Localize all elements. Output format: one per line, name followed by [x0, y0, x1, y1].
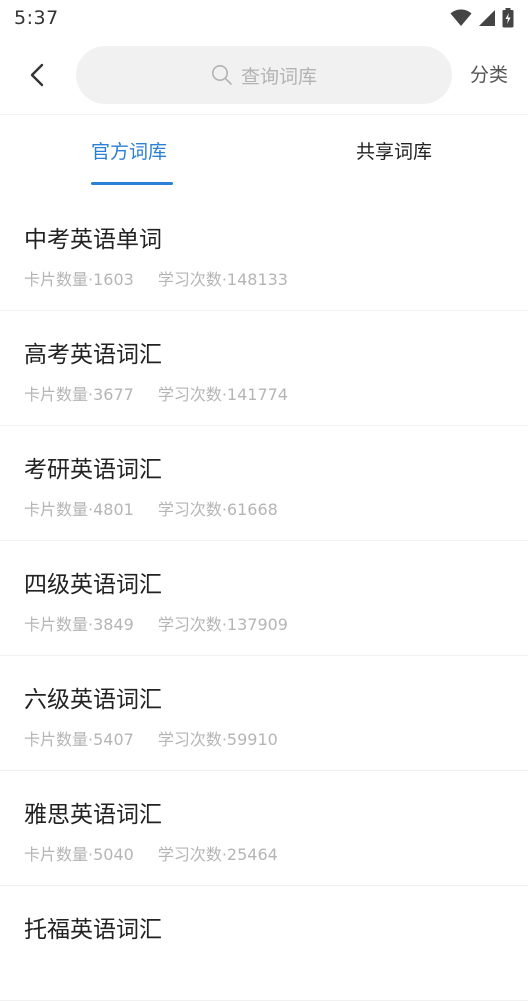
card-count: 卡片数量·1603	[24, 270, 134, 289]
tab-bar: 官方词库 共享词库	[0, 114, 528, 186]
wordbank-item[interactable]: 考研英语词汇 卡片数量·4801 学习次数·61668	[0, 426, 528, 541]
study-count: 学习次数·141774	[157, 385, 288, 404]
wordbank-title: 高考英语词汇	[24, 342, 162, 368]
wordbank-meta: 卡片数量·3677 学习次数·141774	[24, 381, 288, 405]
study-count: 学习次数·25464	[157, 845, 278, 864]
wordbank-item[interactable]: 六级英语词汇 卡片数量·5407 学习次数·59910	[0, 656, 528, 771]
status-time: 5:37	[14, 7, 59, 29]
status-icons	[450, 8, 514, 28]
wordbank-item[interactable]: 雅思英语词汇 卡片数量·5040 学习次数·25464	[0, 771, 528, 886]
search-placeholder: 查询词库	[240, 65, 317, 88]
study-count: 学习次数·59910	[157, 730, 278, 749]
active-tab-indicator	[91, 182, 173, 185]
wordbank-title: 中考英语单词	[24, 227, 162, 253]
card-count: 卡片数量·4801	[24, 500, 134, 519]
card-count: 卡片数量·5407	[24, 730, 134, 749]
wordbank-item[interactable]: 托福英语词汇	[0, 886, 528, 1001]
study-count: 学习次数·148133	[157, 270, 288, 289]
battery-icon	[502, 8, 514, 28]
wordbank-title: 六级英语词汇	[24, 687, 162, 713]
card-count: 卡片数量·3849	[24, 615, 134, 634]
signal-icon	[479, 10, 495, 26]
category-button[interactable]: 分类	[470, 60, 508, 87]
card-count: 卡片数量·3677	[24, 385, 134, 404]
wordbank-meta: 卡片数量·3849 学习次数·137909	[24, 611, 288, 635]
status-bar: 5:37	[0, 0, 528, 36]
tab-shared-wordbank[interactable]: 共享词库	[356, 137, 432, 164]
back-button[interactable]	[20, 58, 54, 92]
tab-official-wordbank[interactable]: 官方词库	[91, 137, 167, 164]
chevron-left-icon	[30, 63, 44, 87]
wordbank-title: 四级英语词汇	[24, 572, 162, 598]
wordbank-meta: 卡片数量·1603 学习次数·148133	[24, 266, 288, 290]
study-count: 学习次数·137909	[157, 615, 288, 634]
study-count: 学习次数·61668	[157, 500, 278, 519]
wordbank-title: 雅思英语词汇	[24, 802, 162, 828]
card-count: 卡片数量·5040	[24, 845, 134, 864]
wordbank-list: 中考英语单词 卡片数量·1603 学习次数·148133 高考英语词汇 卡片数量…	[0, 196, 528, 1001]
search-icon	[211, 65, 232, 85]
wordbank-item[interactable]: 四级英语词汇 卡片数量·3849 学习次数·137909	[0, 541, 528, 656]
wordbank-item[interactable]: 高考英语词汇 卡片数量·3677 学习次数·141774	[0, 311, 528, 426]
wordbank-meta: 卡片数量·5040 学习次数·25464	[24, 841, 278, 865]
wordbank-item[interactable]: 中考英语单词 卡片数量·1603 学习次数·148133	[0, 196, 528, 311]
search-input[interactable]: 查询词库	[76, 46, 452, 104]
wordbank-meta: 卡片数量·4801 学习次数·61668	[24, 496, 278, 520]
wordbank-title: 考研英语词汇	[24, 457, 162, 483]
wifi-icon	[450, 9, 472, 26]
top-bar: 查询词库 分类	[0, 36, 528, 114]
wordbank-meta: 卡片数量·5407 学习次数·59910	[24, 726, 278, 750]
